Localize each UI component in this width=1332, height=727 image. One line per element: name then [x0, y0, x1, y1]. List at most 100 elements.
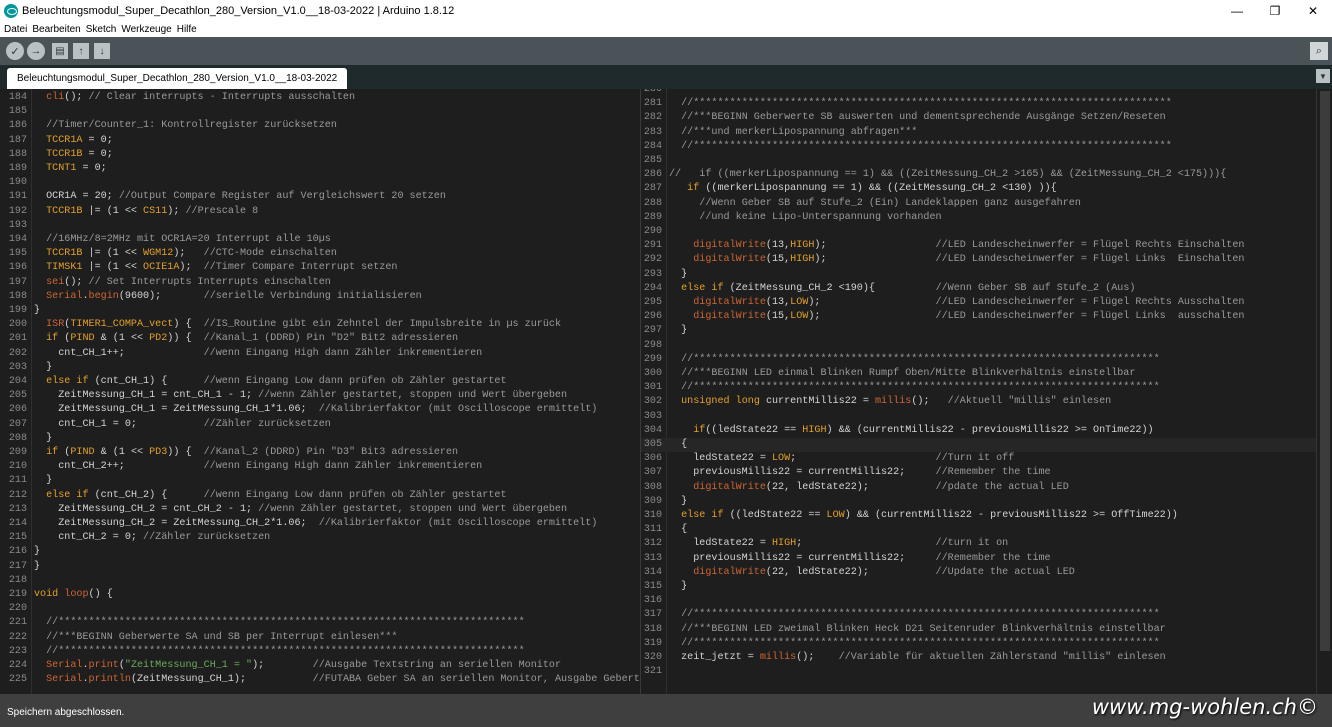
code-line[interactable]: 297 }: [641, 324, 1316, 338]
code-line[interactable]: 314 digitalWrite(22, ledState22); //Upda…: [641, 566, 1316, 580]
code-line[interactable]: 220: [0, 602, 640, 616]
code-line[interactable]: 191 OCR1A = 20; //Output Compare Registe…: [0, 190, 640, 204]
code-line[interactable]: 225 Serial.println(ZeitMessung_CH_1); //…: [0, 673, 640, 687]
code-line[interactable]: 213 ZeitMessung_CH_2 = cnt_CH_2 - 1; //w…: [0, 503, 640, 517]
open-sketch-button[interactable]: ↑: [73, 43, 89, 59]
code-line[interactable]: 216}: [0, 545, 640, 559]
code-line[interactable]: 290: [641, 225, 1316, 239]
tab-menu-button[interactable]: ▼: [1316, 69, 1330, 83]
code-line[interactable]: 212 else if (cnt_CH_2) { //wenn Eingang …: [0, 489, 640, 503]
code-line[interactable]: 205 ZeitMessung_CH_1 = cnt_CH_1 - 1; //w…: [0, 389, 640, 403]
code-line[interactable]: 199}: [0, 304, 640, 318]
code-line[interactable]: 189 TCNT1 = 0;: [0, 162, 640, 176]
code-line[interactable]: 197 sei(); // Set Interrupts Interrupts …: [0, 276, 640, 290]
code-line[interactable]: 280: [641, 89, 1316, 97]
code-line[interactable]: 187 TCCR1A = 0;: [0, 134, 640, 148]
code-line[interactable]: 317 //**********************************…: [641, 608, 1316, 622]
code-line[interactable]: 298: [641, 339, 1316, 353]
code-line[interactable]: 224 Serial.print("ZeitMessung_CH_1 = ");…: [0, 659, 640, 673]
code-line[interactable]: 289 //und keine Lipo-Unterspannung vorha…: [641, 211, 1316, 225]
code-line[interactable]: 306 ledState22 = LOW; //Turn it off: [641, 452, 1316, 466]
vertical-scrollbar[interactable]: [1316, 89, 1332, 694]
maximize-button[interactable]: ❐: [1256, 0, 1294, 22]
scrollbar-thumb[interactable]: [1320, 91, 1330, 651]
code-line[interactable]: 284 //**********************************…: [641, 140, 1316, 154]
code-line[interactable]: 300 //***BEGINN LED einmal Blinken Rumpf…: [641, 367, 1316, 381]
code-line[interactable]: 316: [641, 594, 1316, 608]
code-line[interactable]: 223 //**********************************…: [0, 645, 640, 659]
code-line[interactable]: 184 cli(); // Clear interrupts - Interru…: [0, 91, 640, 105]
code-line[interactable]: 304 if((ledState22 == HIGH) && (currentM…: [641, 424, 1316, 438]
code-line[interactable]: 292 digitalWrite(15,HIGH); //LED Landesc…: [641, 253, 1316, 267]
menu-werkzeuge[interactable]: Werkzeuge: [121, 24, 171, 35]
upload-button[interactable]: →: [27, 42, 45, 60]
code-line[interactable]: 286 // if ((merkerLipospannung == 1) && (…: [641, 168, 1316, 182]
code-line[interactable]: 285: [641, 154, 1316, 168]
code-line[interactable]: 299 //**********************************…: [641, 353, 1316, 367]
menu-datei[interactable]: Datei: [4, 24, 27, 35]
code-line[interactable]: 222 //***BEGINN Geberwerte SA und SB per…: [0, 631, 640, 645]
code-line[interactable]: 210 cnt_CH_2++; //wenn Eingang High dann…: [0, 460, 640, 474]
code-line[interactable]: 307 previousMillis22 = currentMillis22; …: [641, 466, 1316, 480]
code-line[interactable]: 282 //***BEGINN Geberwerte SB auswerten …: [641, 111, 1316, 125]
code-line[interactable]: 308 digitalWrite(22, ledState22); //pdat…: [641, 481, 1316, 495]
code-line[interactable]: 295 digitalWrite(13,LOW); //LED Landesch…: [641, 296, 1316, 310]
code-line[interactable]: 219 void loop() {: [0, 588, 640, 602]
code-line[interactable]: 192 TCCR1B |= (1 << CS11); //Prescale 8: [0, 205, 640, 219]
code-line[interactable]: 320 zeit_jetzt = millis(); //Variable fü…: [641, 651, 1316, 665]
code-line[interactable]: 311 {: [641, 523, 1316, 537]
code-line[interactable]: 293 }: [641, 268, 1316, 282]
code-line[interactable]: 185: [0, 105, 640, 119]
code-line[interactable]: 303: [641, 410, 1316, 424]
code-line[interactable]: 321: [641, 665, 1316, 679]
code-line[interactable]: 194 //16MHz/8=2MHz mit OCR1A=20 Interrup…: [0, 233, 640, 247]
code-line[interactable]: 193: [0, 219, 640, 233]
menu-hilfe[interactable]: Hilfe: [177, 24, 197, 35]
menu-sketch[interactable]: Sketch: [86, 24, 117, 35]
code-line[interactable]: 186 //Timer/Counter_1: Kontrollregister …: [0, 119, 640, 133]
serial-monitor-button[interactable]: ⌕: [1310, 42, 1328, 60]
code-line[interactable]: 211 }: [0, 474, 640, 488]
code-line[interactable]: 291 digitalWrite(13,HIGH); //LED Landesc…: [641, 239, 1316, 253]
code-line[interactable]: 201 if (PIND & (1 << PD2)) { //Kanal_1 (…: [0, 332, 640, 346]
code-line[interactable]: 315 }: [641, 580, 1316, 594]
close-button[interactable]: ✕: [1294, 0, 1332, 22]
new-sketch-button[interactable]: ▤: [52, 43, 68, 59]
code-line[interactable]: 287 if ((merkerLipospannung == 1) && ((Z…: [641, 182, 1316, 196]
code-line[interactable]: 281 //**********************************…: [641, 97, 1316, 111]
code-line[interactable]: 188 TCCR1B = 0;: [0, 148, 640, 162]
code-line[interactable]: 296 digitalWrite(15,LOW); //LED Landesch…: [641, 310, 1316, 324]
tab-sketch[interactable]: Beleuchtungsmodul_Super_Decathlon_280_Ve…: [7, 68, 348, 89]
code-line[interactable]: 309 }: [641, 495, 1316, 509]
code-line[interactable]: 305 {: [641, 438, 1316, 453]
code-line[interactable]: 202 cnt_CH_1++; //wenn Eingang High dann…: [0, 347, 640, 361]
code-line[interactable]: 214 ZeitMessung_CH_2 = ZeitMessung_CH_2*…: [0, 517, 640, 531]
code-line[interactable]: 310 else if ((ledState22 == LOW) && (cur…: [641, 509, 1316, 523]
code-line[interactable]: 217}: [0, 560, 640, 574]
code-line[interactable]: 302 unsigned long currentMillis22 = mill…: [641, 395, 1316, 409]
code-line[interactable]: 198 Serial.begin(9600); //serielle Verbi…: [0, 290, 640, 304]
code-line[interactable]: 319 //**********************************…: [641, 637, 1316, 651]
menu-bearbeiten[interactable]: Bearbeiten: [32, 24, 80, 35]
code-line[interactable]: 318 //***BEGINN LED zweimal Blinken Heck…: [641, 623, 1316, 637]
code-line[interactable]: 206 ZeitMessung_CH_1 = ZeitMessung_CH_1*…: [0, 403, 640, 417]
code-line[interactable]: 294 else if (ZeitMessung_CH_2 <190){ //W…: [641, 282, 1316, 296]
code-line[interactable]: 301 //**********************************…: [641, 381, 1316, 395]
code-line[interactable]: 207 cnt_CH_1 = 0; //Zähler zurücksetzen: [0, 418, 640, 432]
code-line[interactable]: 218: [0, 574, 640, 588]
code-editor-right[interactable]: 280 281 //*******************************…: [640, 89, 1316, 694]
code-line[interactable]: 209 if (PIND & (1 << PD3)) { //Kanal_2 (…: [0, 446, 640, 460]
code-line[interactable]: 221 //**********************************…: [0, 616, 640, 630]
code-line[interactable]: 190: [0, 176, 640, 190]
code-line[interactable]: 203 }: [0, 361, 640, 375]
code-line[interactable]: 204 else if (cnt_CH_1) { //wenn Eingang …: [0, 375, 640, 389]
code-line[interactable]: 208 }: [0, 432, 640, 446]
code-line[interactable]: 288 //Wenn Geber SB auf Stufe_2 (Ein) La…: [641, 197, 1316, 211]
code-line[interactable]: 195 TCCR1B |= (1 << WGM12); //CTC-Mode e…: [0, 247, 640, 261]
code-editor-left[interactable]: 184 cli(); // Clear interrupts - Interru…: [0, 89, 640, 694]
code-line[interactable]: 200 ISR(TIMER1_COMPA_vect) { //IS_Routin…: [0, 318, 640, 332]
code-line[interactable]: 215 cnt_CH_2 = 0; //Zähler zurücksetzen: [0, 531, 640, 545]
code-line[interactable]: 196 TIMSK1 |= (1 << OCIE1A); //Timer Com…: [0, 261, 640, 275]
code-line[interactable]: 283 //***und merkerLipospannung abfragen…: [641, 126, 1316, 140]
minimize-button[interactable]: —: [1218, 0, 1256, 22]
